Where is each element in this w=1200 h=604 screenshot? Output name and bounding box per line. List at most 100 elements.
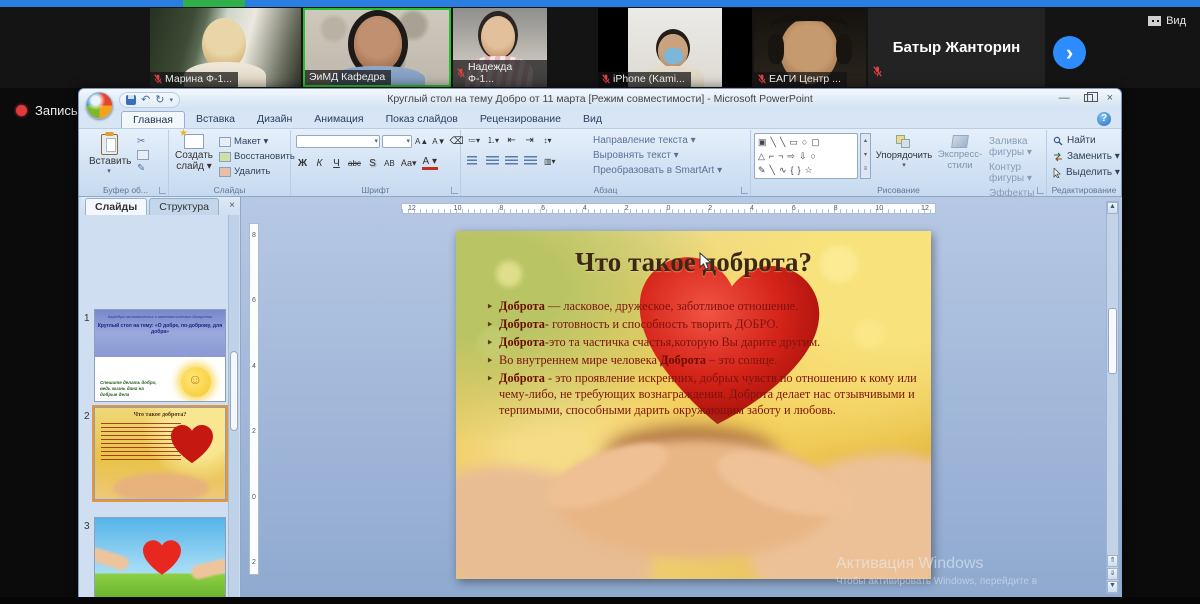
replace-button[interactable]: Заменить ▾ [1053, 151, 1120, 162]
scroll-thumb[interactable] [1108, 308, 1117, 374]
font-color-button[interactable]: А ▾ [422, 156, 438, 170]
slide-thumbnail-2[interactable]: Что такое доброта? [94, 407, 226, 500]
bullet-item: Доброта- готовность и способность творит… [486, 317, 917, 333]
tab-vid[interactable]: Вид [572, 111, 613, 128]
scroll-up-icon[interactable]: ▲ [1107, 202, 1118, 214]
current-slide[interactable]: Что такое доброта? Доброта — ласковое, д… [456, 231, 931, 579]
help-button[interactable]: ? [1097, 112, 1111, 126]
horizontal-ruler[interactable]: 12108 642 024 6810 12 [401, 203, 936, 214]
cut-button[interactable]: ✂ [137, 136, 149, 147]
convert-smartart-button[interactable]: Преобразовать в SmartArt ▾ [593, 165, 722, 176]
panel-scrollbar[interactable] [228, 215, 239, 598]
participant-tile-batyr[interactable]: Батыр Жанторин [868, 8, 1045, 87]
shape-outline-button[interactable]: Контур фигуры ▾ [989, 162, 1046, 184]
align-left-button[interactable] [467, 156, 480, 166]
participant-tile-nadezhda[interactable]: Надежда Ф-1... [453, 8, 547, 87]
tab-animatsiya[interactable]: Анимация [303, 111, 374, 128]
panel-close-icon[interactable]: × [229, 200, 235, 211]
dialog-launcher-icon[interactable] [159, 187, 166, 194]
undo-icon[interactable]: ↶ [141, 95, 150, 105]
scroll-down-icon[interactable]: ▼ [1107, 581, 1118, 593]
decrease-indent-button[interactable]: ⇤ [505, 135, 518, 146]
change-case-button[interactable]: Аа▾ [400, 158, 418, 169]
qat-customize-icon[interactable]: ▾ [169, 96, 173, 104]
restore-button[interactable] [1084, 94, 1093, 102]
tab-pokaz-slaidov[interactable]: Показ слайдов [375, 111, 469, 128]
grow-font-button[interactable]: А▲ [414, 137, 429, 146]
line-spacing-button[interactable]: ↕▾ [541, 136, 554, 145]
previous-slide-button[interactable]: ⇑ [1107, 555, 1118, 567]
dialog-launcher-icon[interactable] [1037, 187, 1044, 194]
tab-retsenzirovanie[interactable]: Рецензирование [469, 111, 572, 128]
group-clipboard: Вставить ▾ ✂ ✎ Буфер об... [83, 130, 169, 196]
bold-button[interactable]: Ж [296, 158, 309, 169]
delete-button[interactable]: Удалить [219, 166, 295, 177]
participant-tile-iphone[interactable]: iPhone (Kami... [598, 8, 752, 87]
editing-scrollbar[interactable]: ▲ ⇑ ⇓ ▼ [1106, 201, 1119, 594]
participant-label: iPhone (Kami... [598, 72, 691, 87]
title-bar[interactable]: Круглый стол на тему Добро от 11 марта [… [79, 89, 1121, 111]
slide-thumbnail-3[interactable] [94, 517, 226, 604]
participant-tile-eagi[interactable]: ЕАГИ Центр ... [754, 8, 866, 87]
share-indicator [183, 0, 245, 7]
paste-button[interactable]: Вставить ▾ [89, 134, 129, 175]
align-right-button[interactable] [505, 156, 518, 166]
layout-button[interactable]: Макет ▾ [219, 136, 295, 147]
shapes-gallery[interactable]: ▣╲╲▭○▢ △⌐¬⇨⇩○ ✎╲∿{}☆ [754, 133, 858, 179]
panel-scroll-thumb[interactable] [230, 351, 238, 431]
quick-styles-button[interactable]: Экспресс-стили [933, 135, 987, 171]
slide-thumbnail-1[interactable]: Кафедра экономических и математических д… [94, 309, 226, 402]
text-direction-button[interactable]: Направление текста ▾ [593, 135, 722, 146]
tab-dizain[interactable]: Дизайн [246, 111, 303, 128]
view-button[interactable]: Вид [1148, 15, 1186, 27]
ribbon: Вставить ▾ ✂ ✎ Буфер об... Создать слайд… [79, 128, 1121, 197]
next-slide-button[interactable]: ⇓ [1107, 568, 1118, 580]
find-button[interactable]: Найти [1053, 135, 1120, 146]
dialog-launcher-icon[interactable] [451, 187, 458, 194]
tab-glavnaya[interactable]: Главная [121, 111, 185, 128]
dialog-launcher-icon[interactable] [741, 187, 748, 194]
participant-tile-eimd[interactable]: ЭиМД Кафедра [303, 8, 451, 87]
text-shadow-button[interactable]: S [366, 158, 379, 169]
align-center-button[interactable] [486, 156, 499, 166]
minimize-button[interactable]: — [1059, 92, 1070, 104]
close-button[interactable]: × [1107, 92, 1113, 104]
more-participants-button[interactable]: › [1053, 36, 1086, 69]
reset-icon [219, 152, 231, 162]
italic-button[interactable]: К [313, 158, 326, 169]
underline-button[interactable]: Ч [330, 158, 343, 169]
participant-strip: Марина Ф-1... ЭиМД Кафедра Надежда Ф-1..… [0, 7, 1200, 88]
copy-button[interactable] [137, 150, 149, 160]
select-button[interactable]: Выделить ▾ [1053, 167, 1120, 178]
paste-icon [101, 134, 118, 155]
justify-button[interactable] [524, 156, 537, 166]
zoom-share-bar [0, 0, 1200, 7]
strikethrough-button[interactable]: abc [347, 159, 362, 168]
tab-slides[interactable]: Слайды [85, 198, 147, 215]
columns-button[interactable]: ▥▾ [543, 157, 557, 166]
participant-tile-marina[interactable]: Марина Ф-1... [150, 8, 301, 87]
office-button[interactable] [86, 92, 113, 119]
font-name-combo[interactable] [296, 135, 380, 148]
shape-fill-button[interactable]: Заливка фигуры ▾ [989, 136, 1046, 158]
increase-indent-button[interactable]: ⇥ [523, 135, 536, 146]
vertical-ruler[interactable]: 864 202 [249, 223, 259, 575]
redo-icon[interactable]: ↻ [155, 95, 164, 105]
window-title: Круглый стол на тему Добро от 11 марта [… [79, 93, 1121, 105]
tab-outline[interactable]: Структура [149, 198, 219, 215]
font-size-combo[interactable] [382, 135, 412, 148]
bullets-button[interactable]: ≔▾ [467, 136, 481, 145]
recording-indicator[interactable]: Запись [16, 103, 78, 118]
tab-vstavka[interactable]: Вставка [185, 111, 246, 128]
save-icon[interactable] [126, 95, 136, 105]
character-spacing-button[interactable]: АВ [383, 159, 396, 168]
shrink-font-button[interactable]: А▼ [431, 137, 446, 146]
reset-button[interactable]: Восстановить [219, 151, 295, 162]
numbering-button[interactable]: ⒈▾ [486, 135, 500, 146]
arrange-button[interactable]: Упорядочить ▾ [875, 135, 933, 169]
shapes-gallery-scroll[interactable]: ▴▾≡ [860, 133, 871, 179]
new-slide-button[interactable]: Создать слайд ▾ [171, 134, 217, 172]
sun-graphic [181, 367, 211, 397]
format-painter-button[interactable]: ✎ [137, 163, 149, 174]
align-text-button[interactable]: Выровнять текст ▾ [593, 150, 722, 161]
